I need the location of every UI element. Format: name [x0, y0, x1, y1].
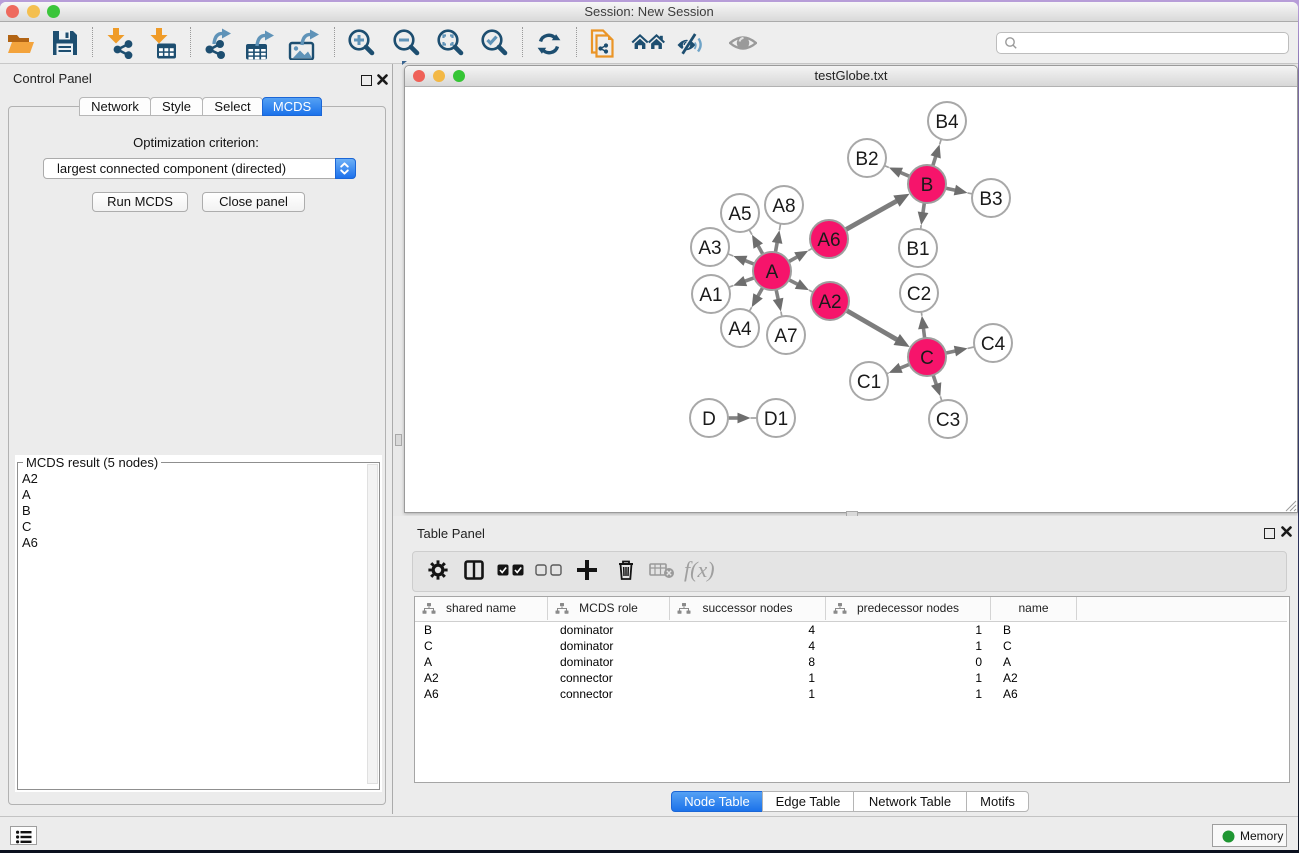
svg-text:B3: B3 — [979, 189, 1002, 210]
svg-text:C3: C3 — [936, 410, 960, 431]
svg-text:D1: D1 — [764, 409, 788, 430]
svg-text:C1: C1 — [857, 372, 881, 393]
svg-text:A5: A5 — [728, 204, 751, 225]
svg-text:A: A — [766, 262, 779, 283]
svg-text:C: C — [920, 348, 934, 369]
svg-text:B: B — [921, 175, 934, 196]
svg-text:A4: A4 — [728, 319, 752, 340]
svg-text:A1: A1 — [699, 285, 722, 306]
svg-text:C2: C2 — [907, 284, 931, 305]
svg-text:A3: A3 — [698, 238, 721, 259]
svg-text:C4: C4 — [981, 334, 1006, 355]
svg-text:D: D — [702, 409, 716, 430]
svg-text:A7: A7 — [774, 326, 797, 347]
svg-text:B2: B2 — [855, 149, 878, 170]
svg-text:B1: B1 — [906, 239, 929, 260]
svg-text:A6: A6 — [817, 230, 840, 251]
svg-text:A2: A2 — [818, 292, 841, 313]
svg-text:A8: A8 — [772, 196, 795, 217]
svg-text:B4: B4 — [935, 112, 959, 133]
